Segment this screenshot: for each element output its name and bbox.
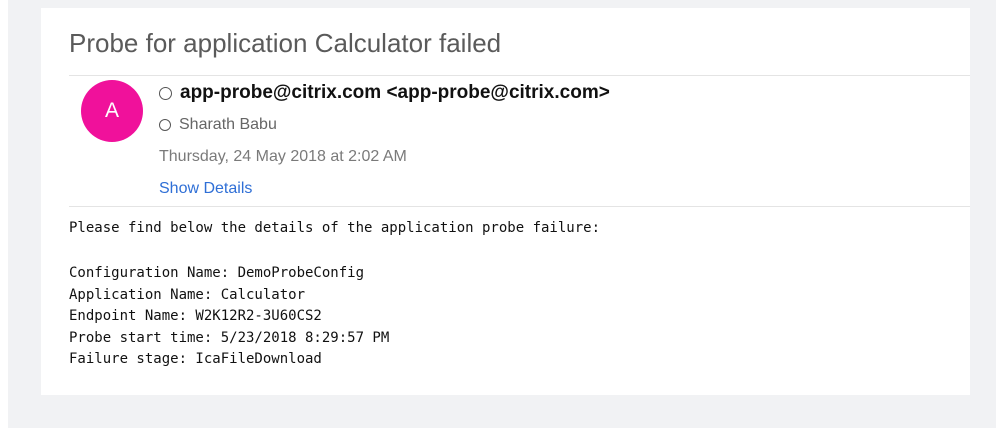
body-line-configuration: Configuration Name: DemoProbeConfig bbox=[69, 265, 365, 281]
body-line-application: Application Name: Calculator bbox=[69, 286, 306, 303]
sender-status-ring-icon bbox=[159, 86, 172, 100]
sender-row[interactable]: app-probe@citrix.com <app-probe@citrix.c… bbox=[159, 82, 610, 104]
date-row: Thursday, 24 May 2018 at 2:02 AM bbox=[159, 148, 407, 166]
sender-avatar: A bbox=[81, 80, 143, 142]
body-intro: Please find below the details of the app… bbox=[69, 220, 601, 236]
recipient-row[interactable]: Sharath Babu bbox=[159, 116, 277, 134]
recipient-name[interactable]: Sharath Babu bbox=[179, 116, 277, 134]
mail-viewer-background: Probe for application Calculator failed … bbox=[8, 0, 996, 428]
sender-address[interactable]: app-probe@citrix.com <app-probe@citrix.c… bbox=[180, 82, 610, 104]
show-details-link[interactable]: Show Details bbox=[159, 180, 252, 198]
email-message-card: Probe for application Calculator failed … bbox=[41, 8, 970, 395]
email-date: Thursday, 24 May 2018 at 2:02 AM bbox=[159, 148, 407, 165]
body-line-failure-stage: Failure stage: IcaFileDownload bbox=[69, 351, 322, 367]
recipient-status-ring-icon bbox=[159, 119, 171, 131]
body-divider bbox=[69, 206, 970, 207]
email-subject: Probe for application Calculator failed bbox=[69, 28, 502, 58]
probe-details-list: Configuration Name: DemoProbeConfig Appl… bbox=[69, 263, 389, 371]
details-row: Show Details bbox=[159, 180, 252, 198]
header-divider bbox=[69, 75, 970, 76]
avatar-initial: A bbox=[104, 99, 119, 122]
body-line-start-time: Probe start time: 5/23/2018 8:29:57 PM bbox=[69, 329, 390, 346]
body-line-endpoint: Endpoint Name: W2K12R2-3U60CS2 bbox=[69, 308, 322, 324]
